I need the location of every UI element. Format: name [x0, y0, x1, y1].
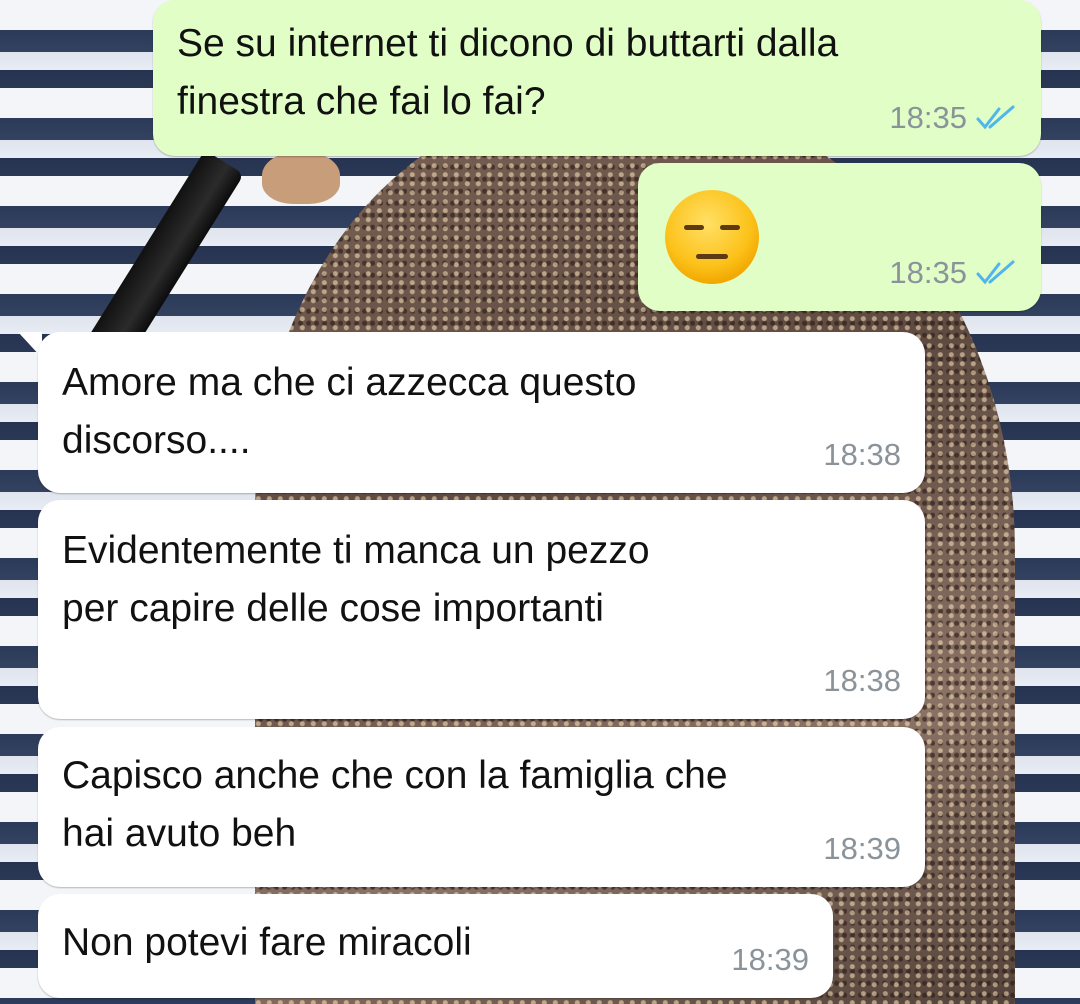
message-time: 18:39 [731, 942, 809, 977]
message-meta: 18:35 [889, 255, 1017, 291]
message-time: 18:35 [889, 255, 967, 290]
incoming-message[interactable]: Evidentemente ti manca un pezzo per capi… [38, 500, 925, 719]
message-text: Non potevi fare miracoli [62, 921, 472, 964]
message-time: 18:39 [823, 831, 901, 866]
message-text: Capisco anche che con la famiglia che ha… [62, 754, 728, 855]
message-time: 18:38 [823, 437, 901, 472]
message-time: 18:38 [823, 663, 901, 698]
message-meta: 18:35 [889, 100, 1017, 136]
incoming-message[interactable]: Amore ma che ci azzecca questo discorso.… [38, 332, 925, 493]
message-list: Se su internet ti dicono di buttarti dal… [0, 0, 1080, 1004]
incoming-message[interactable]: Non potevi fare miracoli 18:39 [38, 894, 833, 998]
message-meta: 18:38 [823, 663, 901, 699]
message-meta: 18:39 [823, 831, 901, 867]
outgoing-message[interactable]: 18:35 [638, 163, 1041, 311]
read-receipt-icon [975, 260, 1017, 286]
message-text: Amore ma che ci azzecca questo discorso.… [62, 361, 637, 462]
expressionless-face-emoji [665, 190, 759, 284]
outgoing-message[interactable]: Se su internet ti dicono di buttarti dal… [153, 0, 1041, 156]
message-text: Se su internet ti dicono di buttarti dal… [177, 22, 839, 123]
message-text: Evidentemente ti manca un pezzo per capi… [62, 529, 650, 630]
message-meta: 18:38 [823, 437, 901, 473]
incoming-message[interactable]: Capisco anche che con la famiglia che ha… [38, 727, 925, 887]
read-receipt-icon [975, 105, 1017, 131]
message-time: 18:35 [889, 100, 967, 135]
message-meta: 18:39 [731, 942, 809, 978]
